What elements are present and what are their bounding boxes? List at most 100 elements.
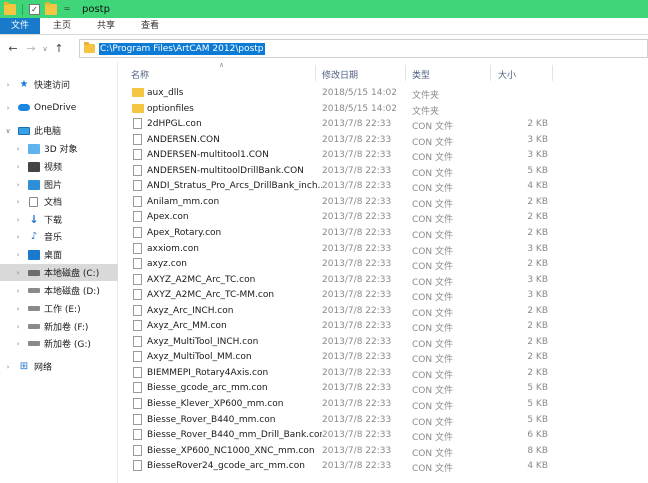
folder-row[interactable]: aux_dlls 2018/5/15 14:02 文件夹 [118,85,648,101]
file-row[interactable]: ANDERSEN.CON 2013/7/8 22:33 CON 文件 3 KB [118,132,648,148]
expand-chevron-icon[interactable]: › [14,305,22,313]
file-row[interactable]: Biesse_gcode_arc_mm.con 2013/7/8 22:33 CON… [118,380,648,396]
file-row[interactable]: Apex_Rotary.con 2013/7/8 22:33 CON 文件 2 KB [118,225,648,241]
file-list: aux_dlls 2018/5/15 14:02 文件夹 optionfiles 201… [118,84,648,483]
expand-chevron-icon[interactable]: › [14,340,22,348]
folder-row[interactable]: optionfiles 2018/5/15 14:02 文件夹 [118,101,648,117]
expand-chevron-icon[interactable]: › [14,269,22,277]
file-type: CON 文件 [412,417,453,428]
download-icon: ↓ [29,212,39,226]
expand-chevron-icon[interactable]: › [4,81,12,89]
column-divider[interactable] [405,65,406,81]
sidebar-item-drive-e[interactable]: › 工作 (E:) [0,300,118,317]
column-divider[interactable] [490,65,491,81]
file-row[interactable]: Axyz_Arc_MM.con 2013/7/8 22:33 CON 文件 2 KB [118,318,648,334]
address-input[interactable]: C:\Program Files\ArtCAM 2012\postp [99,42,265,55]
address-bar[interactable]: C:\Program Files\ArtCAM 2012\postp [79,39,648,58]
tab-home[interactable]: 主页 [40,18,84,34]
sidebar-item-onedrive[interactable]: › OneDrive [0,99,118,116]
file-row[interactable]: Biesse_Rover_B440_mm_Drill_Bank.con 2013/… [118,427,648,443]
forward-arrow-icon[interactable]: → [22,40,40,58]
file-modified-date: 2018/5/15 14:02 [322,88,397,98]
file-row[interactable]: AXYZ_A2MC_Arc_TC.con 2013/7/8 22:33 CON 文件… [118,272,648,288]
column-header-size[interactable]: 大小 [498,68,516,81]
file-row[interactable]: Apex.con 2013/7/8 22:33 CON 文件 2 KB [118,209,648,225]
expand-chevron-icon[interactable]: › [14,163,22,171]
folder-icon [4,1,16,15]
file-name: Biesse_XP600_NC1000_XNC_mm.con [147,445,315,456]
expand-chevron-icon[interactable]: › [14,251,22,259]
file-size: 5 KB [527,165,548,176]
column-header-name[interactable]: 名称 [131,68,149,81]
customize-toolbar-icon[interactable]: = [62,4,72,14]
sidebar-item-drive-d[interactable]: › 本地磁盘 (D:) [0,282,118,299]
file-type: CON 文件 [412,137,453,148]
file-name: Biesse_Rover_B440_mm.con [147,414,276,425]
sidebar-item-music[interactable]: › ♪ 音乐 [0,228,118,245]
tab-file[interactable]: 文件 [0,18,41,34]
file-row[interactable]: Axyz_MultiTool_MM.con 2013/7/8 22:33 CON 文… [118,349,648,365]
file-icon [133,351,142,363]
new-folder-icon[interactable] [45,1,57,15]
title-bar: ✓ = postp [0,0,648,18]
file-row[interactable]: ANDERSEN-multitoolDrillBank.CON 2013/7/8 … [118,163,648,179]
file-size: 3 KB [527,134,548,145]
sidebar-item-network[interactable]: › ⊞ 网络 [0,358,118,375]
file-size: 2 KB [527,259,548,270]
file-row[interactable]: axyz.con 2013/7/8 22:33 CON 文件 2 KB [118,256,648,272]
expand-chevron-icon[interactable]: › [14,181,22,189]
sidebar-item-3d-objects[interactable]: › 3D 对象 [0,140,118,157]
file-name: axyz.con [147,259,187,270]
file-modified-date: 2013/7/8 22:33 [322,336,392,347]
sidebar-item-drive-f[interactable]: › 新加卷 (F:) [0,318,118,335]
file-type: CON 文件 [412,402,453,412]
tab-share[interactable]: 共享 [84,18,128,34]
collapse-chevron-icon[interactable]: ∨ [4,127,12,135]
file-row[interactable]: Axyz_Arc_INCH.con 2013/7/8 22:33 CON 文件 2 K… [118,303,648,319]
recent-locations-chevron-icon[interactable]: ∨ [40,45,50,53]
sidebar-item-drive-c[interactable]: › 本地磁盘 (C:) [0,264,118,281]
sidebar-item-desktop[interactable]: › 桌面 [0,246,118,263]
file-row[interactable]: Anilam_mm.con 2013/7/8 22:33 CON 文件 2 KB [118,194,648,210]
back-arrow-icon[interactable]: ← [4,40,22,58]
tab-view[interactable]: 查看 [128,18,172,34]
file-row[interactable]: Biesse_XP600_NC1000_XNC_mm.con 2013/7/8 2… [118,443,648,459]
file-row[interactable]: BiesseRover24_gcode_arc_mm.con 2013/7/8 2… [118,458,648,474]
file-size: 5 KB [527,383,548,394]
file-type: CON 文件 [412,262,453,273]
expand-chevron-icon[interactable]: › [14,287,22,295]
file-row[interactable]: axxiom.con 2013/7/8 22:33 CON 文件 3 KB [118,241,648,257]
file-row[interactable]: ANDI_Stratus_Pro_Arcs_DrillBank_inch... 2… [118,178,648,194]
file-row[interactable]: 2dHPGL.con 2013/7/8 22:33 CON 文件 2 KB [118,116,648,132]
expand-chevron-icon[interactable]: › [4,363,12,371]
file-icon [133,382,142,394]
up-arrow-icon[interactable]: ↑ [50,40,68,58]
file-row[interactable]: BIEMMEPI_Rotary4Axis.con 2013/7/8 22:33 CO… [118,365,648,381]
expand-chevron-icon[interactable]: › [14,198,22,206]
file-row[interactable]: AXYZ_A2MC_Arc_TC-MM.con 2013/7/8 22:33 CON… [118,287,648,303]
expand-chevron-icon[interactable]: › [14,233,22,241]
sidebar-item-videos[interactable]: › 视频 [0,158,118,175]
column-divider[interactable] [315,65,316,81]
file-row[interactable]: Axyz_MultiTool_INCH.con 2013/7/8 22:33 CON… [118,334,648,350]
file-row[interactable]: ANDERSEN-multitool1.CON 2013/7/8 22:33 CON… [118,147,648,163]
sidebar-item-drive-g[interactable]: › 新加卷 (G:) [0,335,118,352]
sidebar-item-downloads[interactable]: › ↓ 下载 [0,211,118,228]
file-row[interactable]: Biesse_Rover_B440_mm.con 2013/7/8 22:33 CO… [118,412,648,428]
file-type: CON 文件 [412,246,453,257]
sidebar-item-quick-access[interactable]: › ★ 快速访问 [0,76,118,93]
expand-chevron-icon[interactable]: › [14,145,22,153]
column-header-type[interactable]: 类型 [412,68,430,81]
expand-chevron-icon[interactable]: › [14,323,22,331]
sidebar-item-label: 新加卷 (G:) [44,340,91,350]
file-row[interactable]: Biesse_Klever_XP600_mm.con 2013/7/8 22:33… [118,396,648,412]
column-header-modified[interactable]: 修改日期 [322,68,358,81]
file-modified-date: 2013/7/8 22:33 [322,227,392,238]
column-divider[interactable] [552,65,553,81]
properties-check-icon[interactable]: ✓ [29,3,40,15]
expand-chevron-icon[interactable]: › [14,216,22,224]
sidebar-item-this-pc[interactable]: ∨ 此电脑 [0,122,118,139]
expand-chevron-icon[interactable]: › [4,104,12,112]
sidebar-item-pictures[interactable]: › 图片 [0,176,118,193]
sidebar-item-documents[interactable]: › 文档 [0,193,118,210]
